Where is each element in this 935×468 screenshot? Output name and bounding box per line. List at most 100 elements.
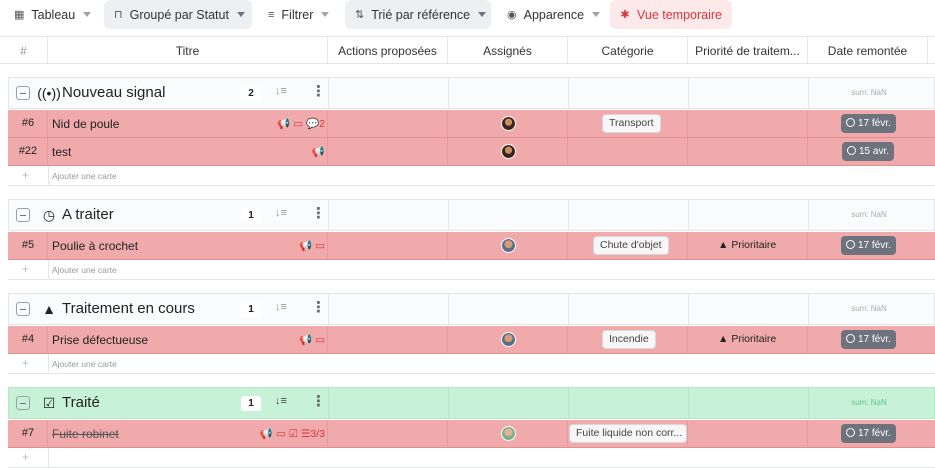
- table-row[interactable]: #6 Nid de poule 📢 ▭ 💬2 Transport 17 févr…: [8, 110, 935, 138]
- date-badge[interactable]: 17 févr.: [841, 114, 896, 133]
- table-row[interactable]: #5 Poulie à crochet 📢 ▭ Chute d'objet ▲ …: [8, 232, 935, 260]
- group-by-button[interactable]: ⊓ Groupé par Statut: [104, 0, 252, 29]
- avatar[interactable]: [501, 144, 516, 159]
- column-header-priority[interactable]: Priorité de traitem...: [688, 37, 808, 64]
- add-card-row[interactable]: + Ajouter une carte: [8, 260, 935, 280]
- sort-icon[interactable]: ↓≡: [275, 395, 287, 407]
- collapse-group-button[interactable]: [16, 86, 30, 100]
- row-title[interactable]: Fuite robinet: [52, 427, 119, 441]
- more-options-icon[interactable]: ⋮: [311, 206, 326, 221]
- clock-icon: [846, 334, 855, 343]
- column-header-number[interactable]: #: [0, 37, 48, 64]
- date-badge[interactable]: 17 févr.: [841, 236, 896, 255]
- add-card-row[interactable]: + Ajouter une carte: [8, 354, 935, 374]
- group-sum: sum: NaN: [851, 304, 887, 313]
- collapse-group-button[interactable]: [16, 208, 30, 222]
- add-card-row[interactable]: + Ajouter une carte: [8, 166, 935, 186]
- date-badge[interactable]: 15 avr.: [842, 142, 895, 161]
- group-count-badge: 1: [241, 396, 261, 411]
- row-indicator-icons: 📢 ▭ ☑ ☰3/3: [259, 428, 325, 440]
- row-id: #22: [18, 145, 38, 157]
- clock-icon: ◷: [42, 206, 56, 223]
- category-chip[interactable]: Fuite liquide non corr...: [569, 424, 687, 443]
- clock-icon: [846, 240, 855, 249]
- add-card-row[interactable]: +: [8, 448, 935, 468]
- appearance-button[interactable]: ◉ Apparence: [497, 0, 605, 29]
- checkbox-icon: ☑: [42, 394, 56, 411]
- collapse-group-button[interactable]: [16, 396, 30, 410]
- column-header-row: # Titre Actions proposées Assignés Catég…: [0, 36, 935, 64]
- group-sum: sum: NaN: [851, 210, 887, 219]
- chevron-down-icon: [478, 12, 487, 17]
- category-chip[interactable]: Transport: [602, 114, 661, 133]
- column-header-assignees[interactable]: Assignés: [448, 37, 568, 64]
- table-row[interactable]: #22 test 📢 15 avr.: [8, 138, 935, 166]
- temporary-view-button[interactable]: ✱ Vue temporaire: [610, 0, 732, 29]
- sort-icon[interactable]: ↓≡: [275, 301, 287, 313]
- category-chip[interactable]: Incendie: [602, 330, 656, 349]
- plus-icon: +: [22, 356, 30, 370]
- row-indicator-icons: 📢 ▭: [299, 334, 325, 346]
- group-title: Traitement en cours: [62, 300, 195, 317]
- tray-icon: ⊓: [114, 9, 123, 21]
- filter-button[interactable]: ≡ Filtrer: [258, 0, 338, 29]
- sort-icon[interactable]: ↓≡: [275, 207, 287, 219]
- group-count-badge: 2: [241, 86, 261, 101]
- clock-icon: [846, 118, 855, 127]
- priority-value[interactable]: ▲ Prioritaire: [718, 333, 776, 345]
- column-header-category[interactable]: Catégorie: [568, 37, 688, 64]
- column-header-actions[interactable]: Actions proposées: [328, 37, 448, 64]
- radio-signal-icon: ((•)): [37, 85, 61, 101]
- group-header-nouveau-signal: ((•)) Nouveau signal 2 ↓≡ ⋮ sum: NaN: [8, 77, 935, 109]
- row-id: #4: [21, 333, 35, 345]
- row-id: #5: [21, 239, 35, 251]
- plus-icon: +: [22, 262, 30, 276]
- row-title[interactable]: Prise défectueuse: [52, 333, 148, 347]
- chevron-down-icon: [321, 12, 330, 17]
- avatar[interactable]: [501, 116, 516, 131]
- date-badge[interactable]: 17 févr.: [841, 424, 896, 443]
- add-card-label[interactable]: Ajouter une carte: [52, 265, 117, 275]
- sort-icon[interactable]: ↓≡: [275, 85, 287, 97]
- sort-label: Trié par référence: [371, 7, 471, 22]
- view-type-button[interactable]: ▦ Tableau: [4, 0, 94, 29]
- filter-icon: ≡: [268, 8, 275, 21]
- row-title[interactable]: Poulie à crochet: [52, 239, 138, 253]
- group-header-traite: ☑ Traité 1 ↓≡ ⋮ sum: NaN: [8, 387, 935, 419]
- avatar[interactable]: [501, 426, 516, 441]
- more-options-icon[interactable]: ⋮: [311, 300, 326, 315]
- road-icon: ▲: [42, 301, 56, 317]
- toolbar: ▦ Tableau ⊓ Groupé par Statut ≡ Filtrer …: [0, 0, 935, 30]
- sort-icon: ⇅: [355, 9, 365, 21]
- chevron-down-icon: [236, 12, 245, 17]
- avatar[interactable]: [501, 332, 516, 347]
- priority-value[interactable]: ▲ Prioritaire: [718, 239, 776, 251]
- table-row[interactable]: #4 Prise défectueuse 📢 ▭ Incendie ▲ Prio…: [8, 326, 935, 354]
- appearance-label: Apparence: [523, 7, 585, 22]
- more-options-icon[interactable]: ⋮: [311, 84, 326, 99]
- plus-icon: +: [22, 450, 30, 464]
- date-badge[interactable]: 17 févr.: [841, 330, 896, 349]
- group-by-label: Groupé par Statut: [129, 7, 229, 22]
- add-card-label[interactable]: Ajouter une carte: [52, 359, 117, 369]
- avatar[interactable]: [501, 238, 516, 253]
- group-title: Traité: [62, 394, 100, 411]
- column-header-date[interactable]: Date remontée: [808, 37, 928, 64]
- view-type-label: Tableau: [31, 7, 76, 22]
- more-options-icon[interactable]: ⋮: [311, 394, 326, 409]
- row-title[interactable]: Nid de poule: [52, 117, 119, 131]
- sort-button[interactable]: ⇅ Trié par référence: [345, 0, 491, 29]
- row-title[interactable]: test: [52, 145, 71, 159]
- table-row[interactable]: #7 Fuite robinet 📢 ▭ ☑ ☰3/3 Fuite liquid…: [8, 420, 935, 448]
- row-indicator-icons: 📢: [311, 146, 325, 158]
- group-count-badge: 1: [241, 208, 261, 223]
- group-header-traitement-en-cours: ▲ Traitement en cours 1 ↓≡ ⋮ sum: NaN: [8, 293, 935, 325]
- clock-icon: [847, 146, 856, 155]
- column-header-title[interactable]: Titre: [48, 37, 328, 64]
- category-chip[interactable]: Chute d'objet: [593, 236, 669, 255]
- collapse-group-button[interactable]: [16, 302, 30, 316]
- add-card-label[interactable]: Ajouter une carte: [52, 171, 117, 181]
- plus-icon: +: [22, 168, 30, 182]
- group-header-a-traiter: ◷ A traiter 1 ↓≡ ⋮ sum: NaN: [8, 199, 935, 231]
- temporary-view-label: Vue temporaire: [637, 7, 722, 22]
